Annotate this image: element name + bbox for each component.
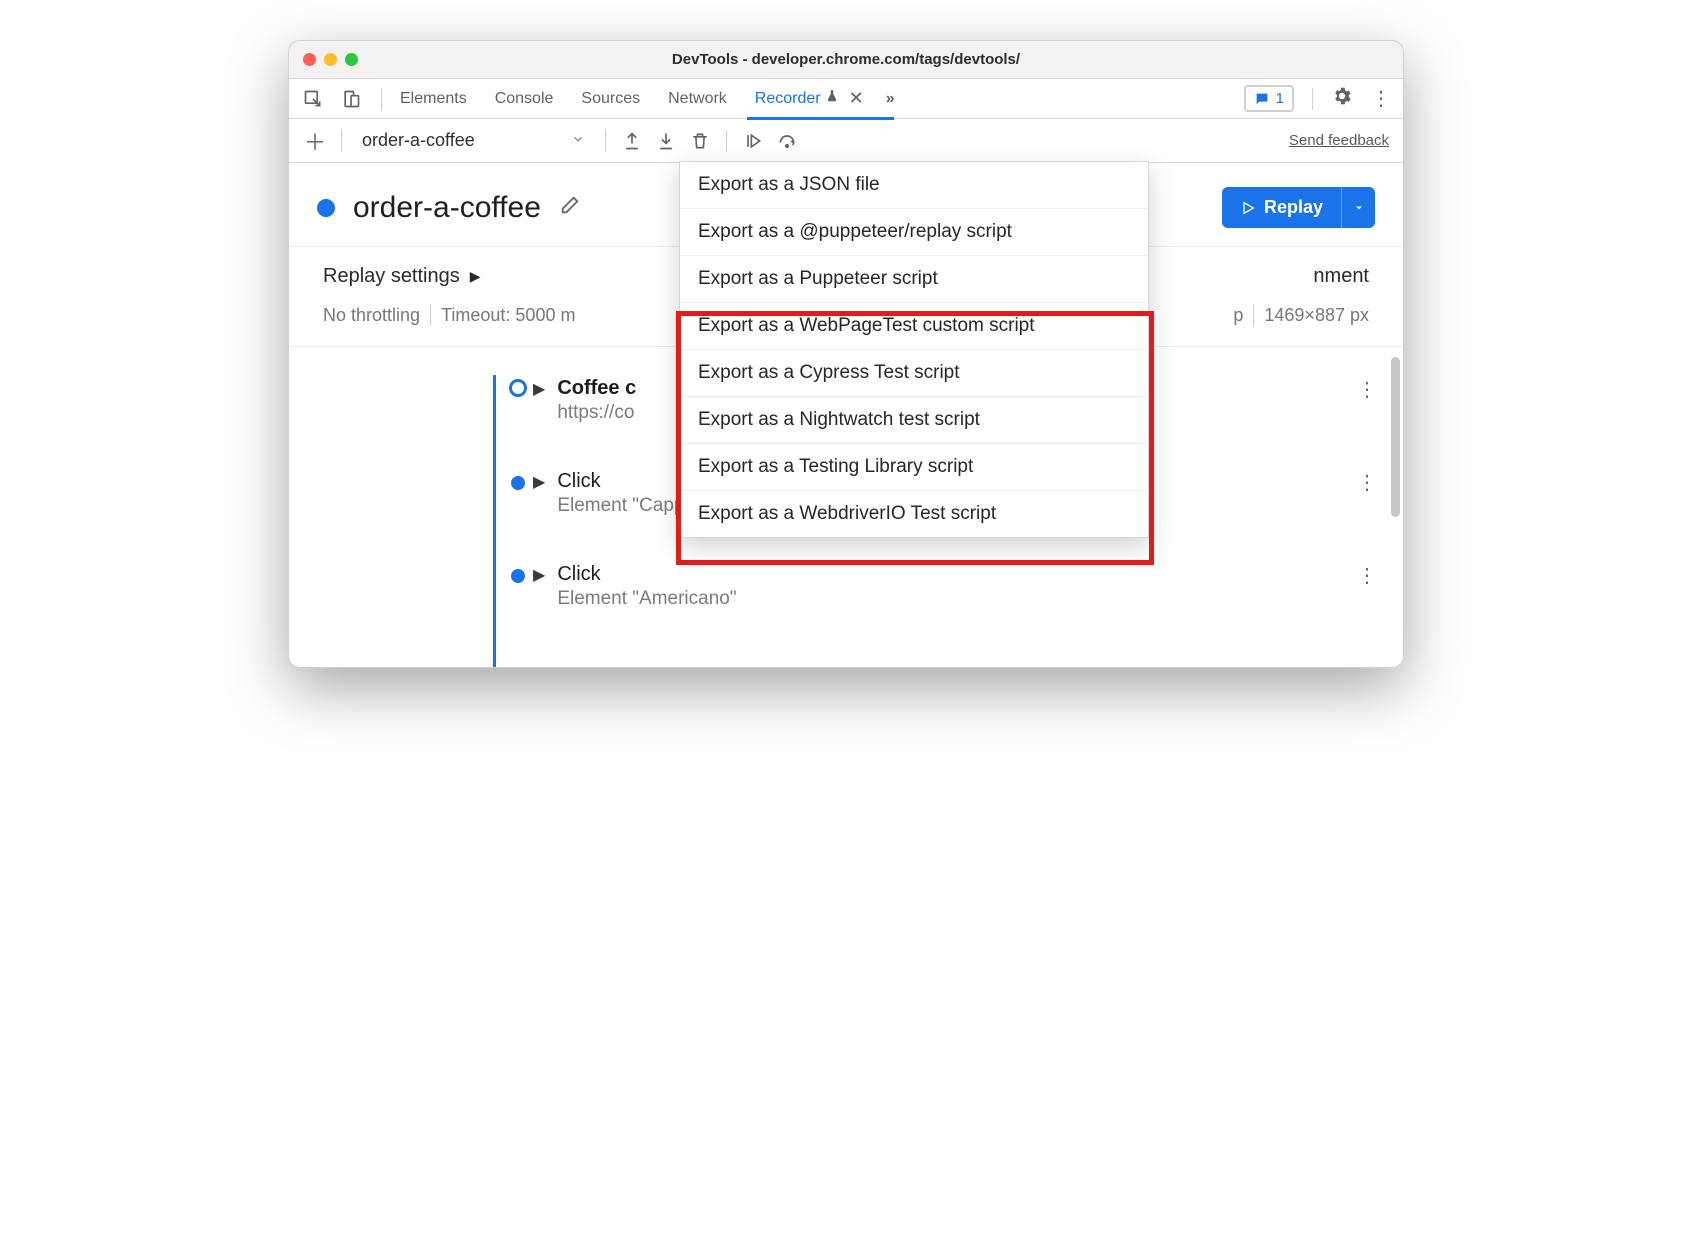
close-tab-icon[interactable]: ✕ xyxy=(849,88,864,109)
export-item-puppeteer-replay[interactable]: Export as a @puppeteer/replay script xyxy=(680,209,1148,256)
new-recording-icon[interactable]: ＋ xyxy=(303,129,327,153)
inspect-element-icon[interactable] xyxy=(301,87,325,111)
close-window-button[interactable] xyxy=(303,53,316,66)
timeline-node-icon xyxy=(511,569,525,583)
export-item-webdriverio[interactable]: Export as a WebdriverIO Test script xyxy=(680,491,1148,537)
zoom-window-button[interactable] xyxy=(345,53,358,66)
tab-label: Elements xyxy=(400,90,467,108)
replay-button-group: Replay xyxy=(1222,187,1375,228)
environment-heading-partial: nment xyxy=(1313,265,1369,288)
step-title: Click xyxy=(557,563,1357,586)
replay-dropdown-button[interactable] xyxy=(1341,187,1375,228)
tab-label: Network xyxy=(668,90,727,108)
edit-title-icon[interactable] xyxy=(559,194,581,221)
separator xyxy=(341,130,342,152)
export-icon[interactable] xyxy=(620,129,644,153)
export-menu: Export as a JSON file Export as a @puppe… xyxy=(679,161,1149,538)
export-item-testing-library[interactable]: Export as a Testing Library script xyxy=(680,444,1148,491)
continue-replay-icon[interactable] xyxy=(741,129,765,153)
window-traffic-lights xyxy=(303,53,358,66)
scrollbar-thumb[interactable] xyxy=(1391,357,1400,517)
experiment-flask-icon xyxy=(825,89,839,108)
recording-title: order-a-coffee xyxy=(353,191,541,225)
step-over-icon[interactable] xyxy=(775,129,799,153)
throttling-value[interactable]: No throttling xyxy=(323,305,420,326)
chat-icon xyxy=(1254,91,1270,107)
step-subtitle: Element "Americano" xyxy=(557,588,1357,610)
triangle-right-icon[interactable]: ▶ xyxy=(533,379,545,399)
settings-gear-icon[interactable] xyxy=(1331,85,1353,112)
panel-tabstrip: Elements Console Sources Network Recorde… xyxy=(289,79,1403,119)
recording-select[interactable]: order-a-coffee xyxy=(356,126,591,156)
window-title: DevTools - developer.chrome.com/tags/dev… xyxy=(289,51,1403,68)
recorder-toolbar: ＋ order-a-coffee Send feedback xyxy=(289,119,1403,163)
tab-sources[interactable]: Sources xyxy=(581,79,640,119)
replay-settings-toggle[interactable]: Replay settings ▶ xyxy=(323,265,481,288)
separator xyxy=(1312,88,1313,110)
import-icon[interactable] xyxy=(654,129,678,153)
separator xyxy=(726,130,727,152)
timeout-value[interactable]: Timeout: 5000 m xyxy=(441,305,575,326)
tab-network[interactable]: Network xyxy=(668,79,727,119)
send-feedback-link[interactable]: Send feedback xyxy=(1289,132,1389,149)
devtools-window: DevTools - developer.chrome.com/tags/dev… xyxy=(288,40,1404,668)
device-toolbar-icon[interactable] xyxy=(339,87,363,111)
tab-label: Sources xyxy=(581,90,640,108)
devtools-kebab-icon[interactable]: ⋮ xyxy=(1371,86,1391,111)
triangle-right-icon: ▶ xyxy=(470,268,481,285)
separator xyxy=(381,88,382,110)
titlebar: DevTools - developer.chrome.com/tags/dev… xyxy=(289,41,1403,79)
tab-label: Recorder xyxy=(755,90,821,108)
export-item-nightwatch[interactable]: Export as a Nightwatch test script xyxy=(680,397,1148,444)
replay-button-label: Replay xyxy=(1264,197,1323,218)
separator xyxy=(430,304,431,326)
minimize-window-button[interactable] xyxy=(324,53,337,66)
timeline-node-icon xyxy=(509,379,527,397)
export-item-cypress[interactable]: Export as a Cypress Test script xyxy=(680,350,1148,397)
step-kebab-icon[interactable]: ⋮ xyxy=(1357,470,1379,495)
separator xyxy=(605,130,606,152)
triangle-right-icon[interactable]: ▶ xyxy=(533,472,545,492)
tab-label: Console xyxy=(495,90,554,108)
chevron-down-icon xyxy=(571,130,585,151)
issues-badge[interactable]: 1 xyxy=(1244,85,1294,112)
tab-elements[interactable]: Elements xyxy=(400,79,467,119)
recording-status-icon xyxy=(317,199,335,217)
export-item-json[interactable]: Export as a JSON file xyxy=(680,162,1148,209)
env-other-partial: p xyxy=(1233,305,1243,326)
step-row[interactable]: ▶ Click Element "Americano" ⋮ xyxy=(313,563,1379,610)
play-icon xyxy=(1240,200,1256,216)
tab-console[interactable]: Console xyxy=(495,79,554,119)
caret-down-icon xyxy=(1353,202,1365,214)
triangle-right-icon[interactable]: ▶ xyxy=(533,565,545,585)
step-kebab-icon[interactable]: ⋮ xyxy=(1357,377,1379,402)
separator xyxy=(1253,304,1254,326)
export-item-webpagetest[interactable]: Export as a WebPageTest custom script xyxy=(680,303,1148,350)
recording-select-value: order-a-coffee xyxy=(362,130,475,151)
replay-button[interactable]: Replay xyxy=(1222,187,1341,228)
tab-recorder[interactable]: Recorder ✕ xyxy=(755,79,864,119)
delete-icon[interactable] xyxy=(688,129,712,153)
export-item-puppeteer[interactable]: Export as a Puppeteer script xyxy=(680,256,1148,303)
timeline-node-icon xyxy=(511,476,525,490)
more-tabs-icon[interactable]: » xyxy=(886,90,895,108)
issues-count: 1 xyxy=(1276,90,1284,107)
panel-tabs: Elements Console Sources Network Recorde… xyxy=(400,79,864,119)
replay-settings-label: Replay settings xyxy=(323,265,460,288)
viewport-value: 1469×887 px xyxy=(1264,305,1369,326)
step-kebab-icon[interactable]: ⋮ xyxy=(1357,563,1379,588)
